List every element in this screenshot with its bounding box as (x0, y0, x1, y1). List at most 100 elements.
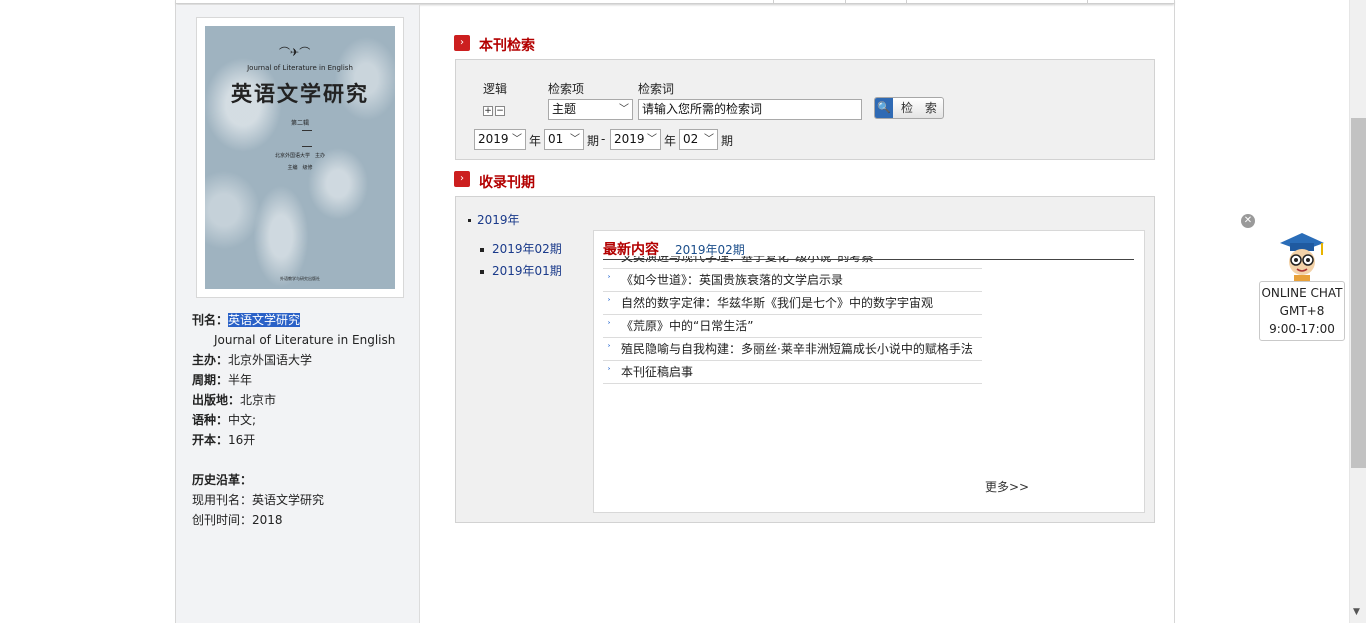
title-rule (603, 259, 1134, 260)
journal-cover-image[interactable]: ⌒✈⌒ Journal of Literature in English 英语文… (205, 26, 395, 289)
founded-value: 2018 (252, 513, 283, 527)
current-name-value: 英语文学研究 (252, 493, 325, 507)
search-button[interactable]: 🔍 检 索 (874, 97, 944, 119)
collapse-icon[interactable]: − (495, 106, 505, 116)
cover-editor: 主编 级修 (287, 165, 313, 171)
chat-line-3: 9:00-17:00 (1269, 322, 1335, 336)
issue-link[interactable]: 2019年02期 (480, 240, 562, 257)
issue-label-from: 期 (587, 134, 600, 148)
page-container: ⌒✈⌒ Journal of Literature in English 英语文… (175, 0, 1175, 623)
scrollbar-thumb[interactable] (1351, 118, 1366, 468)
name-label: 刊名： (192, 313, 229, 327)
chat-line-1: ONLINE CHAT (1261, 286, 1343, 300)
place-label: 出版地： (192, 393, 241, 407)
issue-to-value: 02 (683, 132, 699, 146)
nav-divider (845, 0, 846, 4)
cover-en-title: Journal of Literature in English (247, 64, 353, 72)
term-label: 检索词 (638, 82, 675, 96)
online-chat-box[interactable]: ONLINE CHAT GMT+8 9:00-17:00 (1259, 281, 1345, 341)
vertical-scrollbar[interactable]: ▼ (1349, 0, 1366, 623)
year-label: 2019年 (477, 213, 520, 227)
year-from-value: 2019 (478, 132, 509, 146)
cover-divider (302, 130, 312, 131)
field-select-value: 主题 (552, 102, 577, 116)
article-link[interactable]: ˃ 殖民隐喻与自我构建：多丽丝·莱辛非洲短篇成长小说中的赋格手法 (603, 338, 982, 361)
search-section-title: 本刊检索 (479, 38, 535, 54)
issue-from-select[interactable]: 01 ﹀ (544, 129, 584, 150)
nav-divider (1087, 0, 1088, 4)
chevron-down-icon: ﹀ (647, 134, 657, 145)
current-name-label: 现用刊名： (192, 493, 253, 507)
cover-press: 外语教学与研究出版社 (280, 276, 320, 281)
article-title: 殖民隐喻与自我构建：多丽丝·莱辛非洲短篇成长小说中的赋格手法 (621, 342, 973, 356)
period-value: 半年 (228, 373, 253, 387)
year-label-from: 年 (529, 134, 542, 148)
year-to-value: 2019 (614, 132, 645, 146)
article-title: 《荒原》中的“日常生活” (621, 319, 754, 333)
issue-label: 2019年02期 (492, 242, 562, 256)
article-link[interactable]: ˃ 文类演进与现代学理：基于复化“级小说”的考察 (603, 256, 982, 269)
article-title: 《如今世道》：英国贵族衰落的文学启示录 (621, 273, 844, 287)
top-nav-bar (176, 0, 1174, 4)
logic-label: 逻辑 (483, 82, 508, 96)
issue-label-to: 期 (721, 134, 734, 148)
search-button-label: 检 索 (901, 101, 941, 115)
period-label: 周期： (192, 373, 229, 387)
journal-info: 刊名： 英语文学研究 Journal of Literature in Engli… (192, 310, 417, 530)
bullet-icon: ˃ (607, 321, 611, 330)
bullet-icon: ˃ (607, 367, 611, 376)
chevron-down-icon: ﹀ (619, 104, 629, 115)
bullet-icon: ˃ (607, 275, 611, 284)
cover-frame: ⌒✈⌒ Journal of Literature in English 英语文… (196, 17, 404, 298)
more-link[interactable]: 更多>> (985, 478, 1029, 495)
cover-publisher: 北京外国语大学 主办 (274, 153, 325, 159)
cover-divider (302, 146, 312, 147)
section-arrow-icon: › (454, 171, 470, 187)
article-title: 自然的数字定律：华兹华斯《我们是七个》中的数字宇宙观 (621, 296, 934, 310)
article-list: ˃ 文类演进与现代学理：基于复化“级小说”的考察 ˃ 《如今世道》：英国贵族衰落的文… (603, 256, 982, 388)
chevron-down-icon: ﹀ (704, 134, 714, 145)
field-label: 检索项 (548, 82, 585, 96)
founded-label: 创刊时间： (192, 513, 253, 527)
nav-divider (906, 0, 907, 4)
journal-name-en: Journal of Literature in English (214, 333, 396, 347)
field-select[interactable]: 主题 ﹀ (548, 99, 633, 120)
scroll-down-icon[interactable]: ▼ (1353, 607, 1360, 617)
article-link[interactable]: ˃ 本刊征稿启事 (603, 361, 982, 384)
bird-logo-icon: ⌒✈⌒ (279, 46, 311, 59)
issue-link[interactable]: 2019年01期 (480, 262, 562, 279)
cover-zh-title: 英语文学研究 (231, 81, 369, 106)
bullet-icon: ˃ (607, 256, 611, 261)
place-value: 北京市 (240, 393, 277, 407)
issue-from-value: 01 (548, 132, 564, 146)
year-link[interactable]: 2019年 (468, 211, 520, 228)
chat-line-2: GMT+8 (1279, 304, 1325, 318)
format-label: 开本： (192, 433, 229, 447)
lang-value: 中文; (228, 413, 257, 427)
lang-label: 语种： (192, 413, 229, 427)
issues-section-title: 收录刊期 (479, 175, 535, 191)
sponsor-label: 主办： (192, 353, 229, 367)
chevron-down-icon: ﹀ (570, 134, 580, 145)
year-to-select[interactable]: 2019 ﹀ (610, 129, 661, 150)
nav-divider (773, 0, 774, 4)
section-arrow-icon: › (454, 35, 470, 51)
article-link[interactable]: ˃ 《如今世道》：英国贵族衰落的文学启示录 (603, 269, 982, 292)
expand-icon[interactable]: + (483, 106, 493, 116)
range-dash: - (601, 132, 606, 146)
chat-avatar-icon[interactable] (1276, 231, 1328, 281)
article-link[interactable]: ˃ 《荒原》中的“日常生活” (603, 315, 982, 338)
sponsor-value: 北京外国语大学 (228, 353, 313, 367)
format-value: 16开 (228, 433, 256, 447)
article-link[interactable]: ˃ 自然的数字定律：华兹华斯《我们是七个》中的数字宇宙观 (603, 292, 982, 315)
article-title: 本刊征稿启事 (621, 365, 694, 379)
search-panel: 逻辑 检索项 检索词 + − 主题 ﹀ 请输入您所需的检索词 🔍 检 索 201… (455, 59, 1155, 160)
year-from-select[interactable]: 2019 ﹀ (474, 129, 526, 150)
issue-label: 2019年01期 (492, 264, 562, 278)
close-icon[interactable]: ✕ (1241, 214, 1255, 228)
chevron-down-icon: ﹀ (512, 134, 522, 145)
search-term-input[interactable]: 请输入您所需的检索词 (638, 99, 862, 120)
issue-to-select[interactable]: 02 ﹀ (679, 129, 718, 150)
bullet-icon: ˃ (607, 344, 611, 353)
latest-content-panel: 最新内容 2019年02期 ˃ 文类演进与现代学理：基于复化“级小说”的考察 ˃ 《… (593, 230, 1145, 513)
